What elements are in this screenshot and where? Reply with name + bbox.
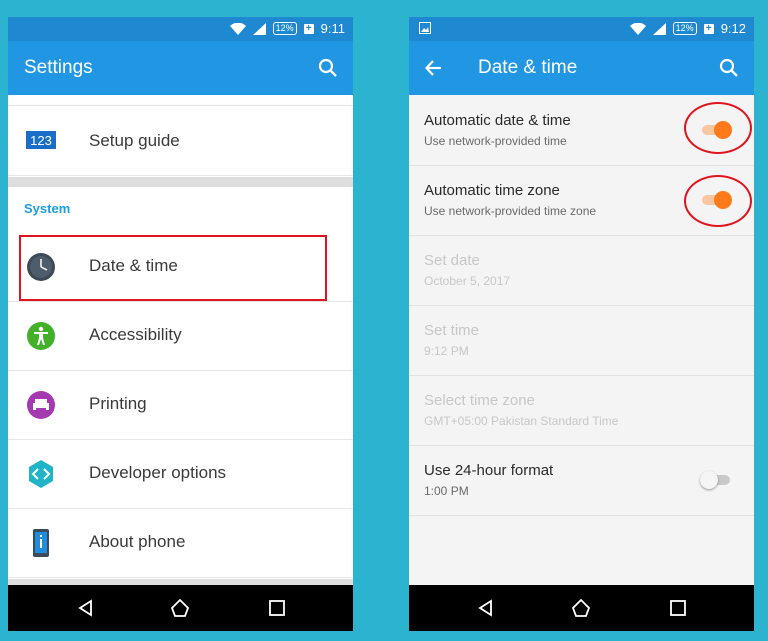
battery-level: 12% xyxy=(672,22,697,35)
setting-subtitle: Use network-provided time zone xyxy=(424,204,597,218)
status-bar: 12% + 9:11 xyxy=(8,17,353,41)
setting-subtitle: 9:12 PM xyxy=(424,344,469,358)
search-icon[interactable] xyxy=(317,57,339,79)
cell-signal-icon xyxy=(652,22,666,35)
app-bar: Settings xyxy=(8,41,353,95)
setting-title: Automatic time zone xyxy=(424,182,560,199)
setting-set-time: Set time 9:12 PM xyxy=(409,305,754,376)
setup-guide-123-icon: 123 xyxy=(26,131,56,149)
nav-recents-icon[interactable] xyxy=(668,598,688,618)
settings-screen: 12% + 9:11 Settings 123 Setup guide Syst… xyxy=(8,17,353,631)
status-time: 9:11 xyxy=(320,21,345,36)
svg-text:123: 123 xyxy=(30,133,52,148)
navigation-bar xyxy=(8,585,353,631)
setting-select-time-zone: Select time zone GMT+05:00 Pakistan Stan… xyxy=(409,375,754,446)
list-item-label: About phone xyxy=(89,532,186,551)
list-item-label: Developer options xyxy=(89,463,227,482)
list-item-about-phone[interactable]: About phone xyxy=(8,509,353,578)
highlight-box xyxy=(19,235,327,301)
list-item-label: Setup guide xyxy=(89,131,180,150)
setting-24-hour-format[interactable]: Use 24-hour format 1:00 PM xyxy=(409,445,754,516)
highlight-circle xyxy=(684,175,752,227)
setting-subtitle: October 5, 2017 xyxy=(424,274,511,288)
back-arrow-icon[interactable] xyxy=(423,57,445,79)
section-divider xyxy=(8,177,353,187)
nav-back-icon[interactable] xyxy=(476,598,496,618)
setting-subtitle: GMT+05:00 Pakistan Standard Time xyxy=(424,414,619,428)
date-time-list: Automatic date & time Use network-provid… xyxy=(409,95,754,585)
printer-icon xyxy=(27,391,55,419)
24-hour-format-toggle[interactable] xyxy=(700,471,732,489)
nav-home-icon[interactable] xyxy=(170,598,190,618)
setting-set-date: Set date October 5, 2017 xyxy=(409,235,754,306)
wifi-icon xyxy=(629,22,646,35)
developer-code-icon xyxy=(29,460,53,488)
charging-icon: + xyxy=(703,23,714,34)
list-item-label: Printing xyxy=(89,394,147,413)
highlight-circle xyxy=(684,102,752,154)
nav-recents-icon[interactable] xyxy=(267,598,287,618)
section-title-system: System xyxy=(24,201,71,216)
settings-list: 123 Setup guide System Date & time Acces… xyxy=(8,95,353,585)
list-item-developer-options[interactable]: Developer options xyxy=(8,440,353,509)
app-bar: Date & time xyxy=(409,41,754,95)
page-title: Settings xyxy=(24,57,93,78)
nav-home-icon[interactable] xyxy=(571,598,591,618)
accessibility-icon xyxy=(27,322,55,350)
list-item-setup-guide[interactable]: 123 Setup guide xyxy=(8,105,353,176)
nav-back-icon[interactable] xyxy=(76,598,96,618)
list-item-label: Accessibility xyxy=(89,325,182,344)
image-notification-icon xyxy=(419,22,431,34)
battery-level: 12% xyxy=(272,22,297,35)
list-item-printing[interactable]: Printing xyxy=(8,371,353,440)
charging-icon: + xyxy=(303,23,314,34)
setting-subtitle: Use network-provided time xyxy=(424,134,567,148)
phone-info-icon xyxy=(33,529,49,557)
setting-title: Select time zone xyxy=(424,392,535,409)
status-time: 9:12 xyxy=(720,21,746,36)
page-title: Date & time xyxy=(478,57,578,78)
list-item-accessibility[interactable]: Accessibility xyxy=(8,302,353,371)
navigation-bar xyxy=(409,585,754,631)
date-time-screen: 12% + 9:12 Date & time Automatic date & … xyxy=(409,17,754,631)
status-bar: 12% + 9:12 xyxy=(409,17,754,41)
setting-title: Use 24-hour format xyxy=(424,462,554,479)
search-icon[interactable] xyxy=(718,57,740,79)
wifi-icon xyxy=(229,22,246,35)
setting-title: Automatic date & time xyxy=(424,112,571,129)
setting-title: Set date xyxy=(424,252,480,269)
cell-signal-icon xyxy=(252,22,266,35)
setting-subtitle: 1:00 PM xyxy=(424,484,469,498)
setting-title: Set time xyxy=(424,322,480,339)
